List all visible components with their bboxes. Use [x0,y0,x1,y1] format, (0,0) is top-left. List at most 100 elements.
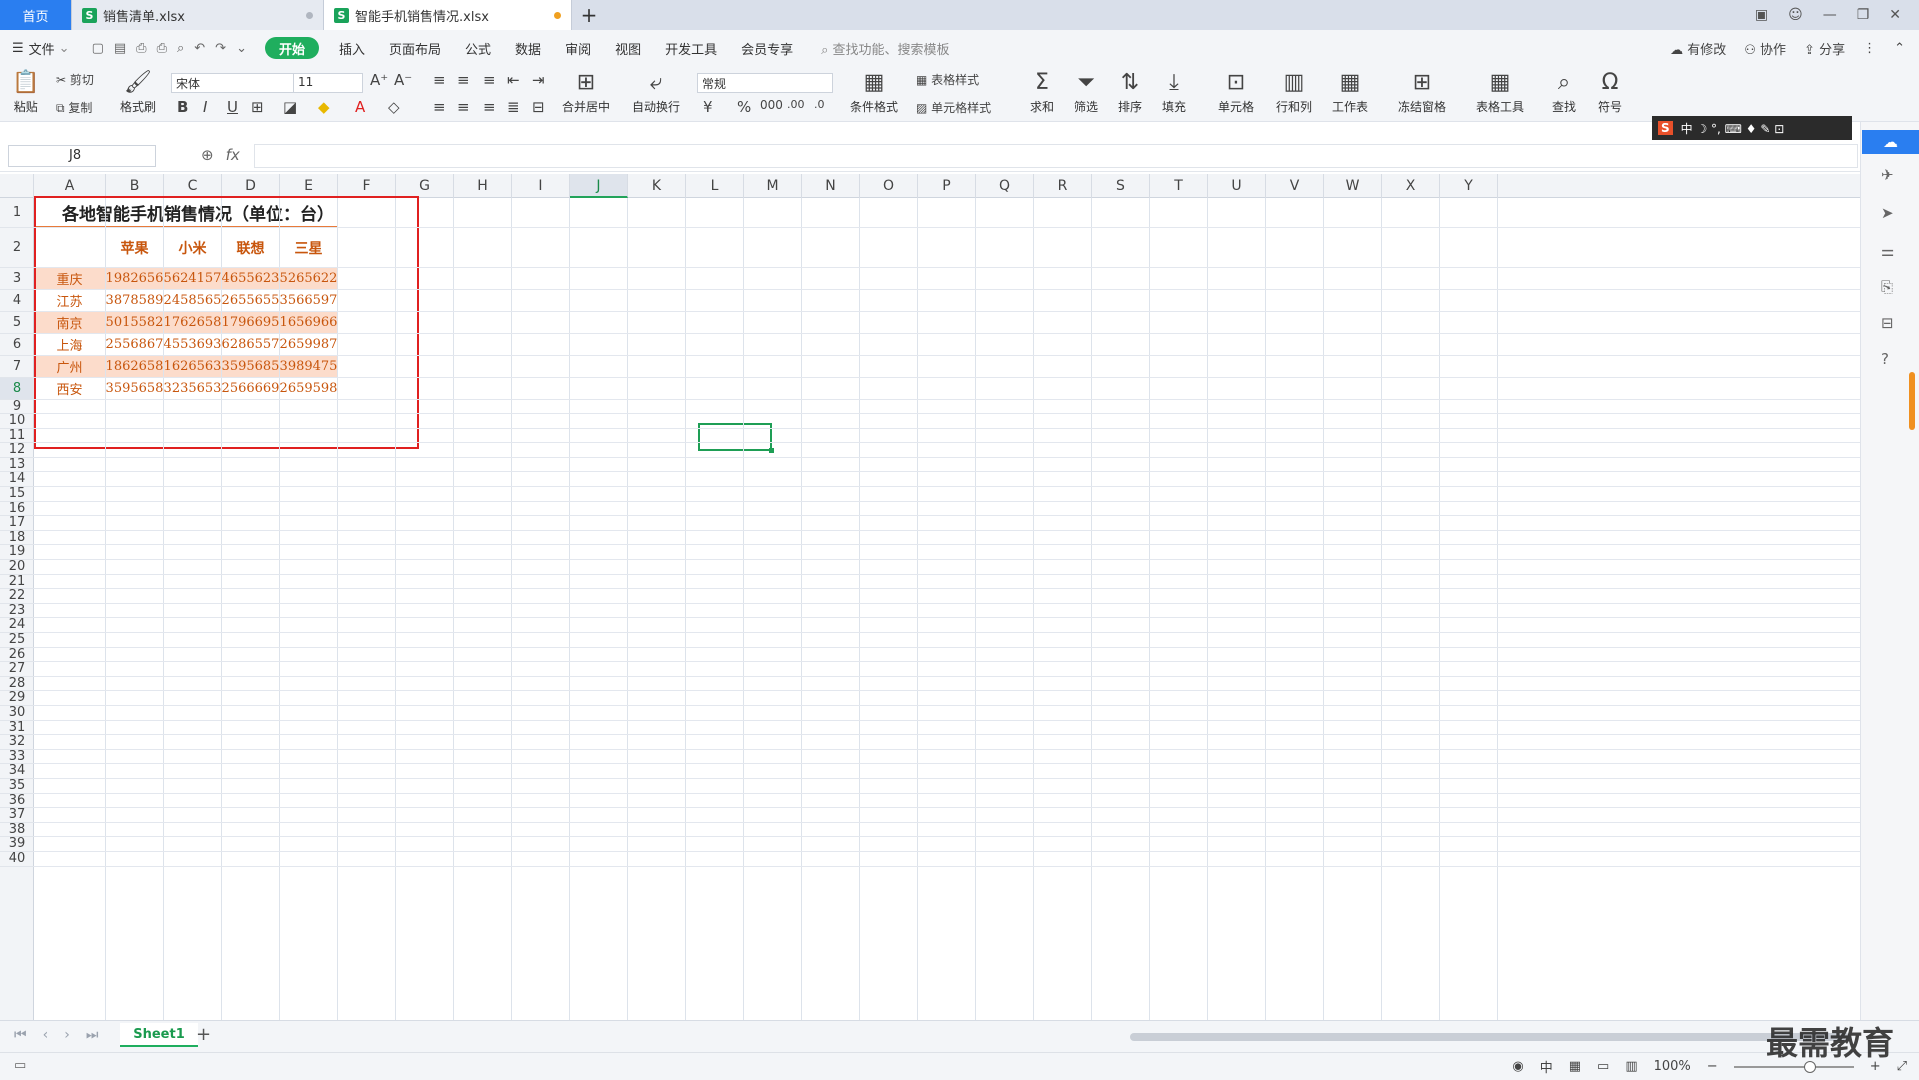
italic-icon[interactable]: I [203,98,207,116]
row-header-4[interactable]: 4 [0,290,34,312]
column-header-e[interactable]: E [280,174,338,198]
column-header-g[interactable]: G [396,174,454,198]
column-header-q[interactable]: Q [976,174,1034,198]
row-header-22[interactable]: 22 [0,589,34,604]
sheet-tab-sheet1[interactable]: Sheet1 [120,1023,198,1047]
first-sheet-icon[interactable]: ⏮ [14,1027,27,1043]
clear-icon[interactable]: ◇ [388,98,400,116]
cloud-sync-icon[interactable]: ☁ [1862,130,1919,154]
row-header-26[interactable]: 26 [0,647,34,663]
column-header-c[interactable]: C [164,174,222,198]
copy-button[interactable]: ⧉ 复制 [56,99,92,116]
menu-member[interactable]: 会员专享 [729,30,805,66]
file-menu[interactable]: ☰ 文件 ⌄ [0,30,82,66]
font-color-icon[interactable]: A [355,98,365,116]
row-header-38[interactable]: 38 [0,822,34,838]
percent-icon[interactable]: % [737,98,751,116]
column-header-t[interactable]: T [1150,174,1208,198]
feature-search[interactable]: ⌕ 查找功能、搜索模板 [821,39,949,58]
row-header-30[interactable]: 30 [0,705,34,721]
column-header-d[interactable]: D [222,174,280,198]
redo-icon[interactable]: ↷ [215,41,226,56]
row-header-23[interactable]: 23 [0,603,34,619]
conditional-format-button[interactable]: ▦ 条件格式 [850,68,898,115]
justify-icon[interactable]: ≣ [507,98,520,116]
changes-button[interactable]: ☁ 有修改 [1670,39,1726,58]
row-header-10[interactable]: 10 [0,413,34,429]
row-header-39[interactable]: 39 [0,837,34,852]
new-doc-icon[interactable]: ▢ [92,41,104,56]
name-box[interactable]: J8 [8,145,156,167]
menu-page-layout[interactable]: 页面布局 [377,30,453,66]
bold-icon[interactable]: B [177,98,188,116]
column-header-k[interactable]: K [628,174,686,198]
help-icon[interactable]: ? [1881,350,1889,368]
row-header-29[interactable]: 29 [0,691,34,706]
font-family-select[interactable]: 宋体 [171,73,294,93]
next-sheet-icon[interactable]: › [64,1027,70,1043]
column-header-s[interactable]: S [1092,174,1150,198]
row-header-13[interactable]: 13 [0,457,34,473]
distribute-icon[interactable]: ⊟ [532,98,545,116]
find-button[interactable]: ⌕ 查找 [1552,68,1576,115]
align-left-icon[interactable]: ≡ [433,98,446,116]
thousands-icon[interactable]: 000 [760,98,783,112]
row-header-14[interactable]: 14 [0,472,34,487]
row-header-16[interactable]: 16 [0,501,34,517]
page-layout-view-icon[interactable]: ▭ [1597,1059,1609,1074]
column-header-l[interactable]: L [686,174,744,198]
cell-style-button[interactable]: ▨ 单元格样式 [916,99,991,116]
table-tools-button[interactable]: ▦ 表格工具 [1476,68,1524,115]
merge-center-button[interactable]: ⊞ 合并居中 [562,68,610,115]
zoom-slider[interactable] [1733,1060,1854,1073]
row-header-24[interactable]: 24 [0,618,34,633]
font-grow-icon[interactable]: A⁺ [370,71,388,89]
row-header-11[interactable]: 11 [0,428,34,444]
row-header-19[interactable]: 19 [0,545,34,560]
row-header-27[interactable]: 27 [0,662,34,677]
column-header-o[interactable]: O [860,174,918,198]
paste-button[interactable]: 📋 粘贴 [12,68,39,115]
column-header-y[interactable]: Y [1440,174,1498,198]
row-header-31[interactable]: 31 [0,720,34,736]
restore-icon[interactable]: ❐ [1857,7,1870,23]
normal-view-icon[interactable]: ▦ [1569,1059,1581,1074]
cell-style-icon[interactable]: ◪ [283,98,297,116]
column-header-b[interactable]: B [106,174,164,198]
increase-decimal-icon[interactable]: .00 [787,98,805,111]
cut-button[interactable]: ✂ 剪切 [56,71,94,88]
format-painter-button[interactable]: 🖌 格式刷 [120,68,156,115]
indent-decrease-icon[interactable]: ⇤ [507,71,520,89]
column-header-u[interactable]: U [1208,174,1266,198]
tab-sales-list[interactable]: S 销售清单.xlsx [72,0,324,30]
wrap-text-button[interactable]: ⤶ 自动换行 [632,68,680,115]
customize-icon[interactable]: ⌄ [236,41,247,56]
underline-icon[interactable]: U [227,98,238,116]
column-header-w[interactable]: W [1324,174,1382,198]
vertical-scrollbar-thumb[interactable] [1909,372,1915,430]
row-header-28[interactable]: 28 [0,676,34,692]
row-header-8[interactable]: 8 [0,378,34,400]
page-break-view-icon[interactable]: ▥ [1625,1059,1637,1074]
row-header-35[interactable]: 35 [0,778,34,794]
collaborate-button[interactable]: ⚇ 协作 [1744,39,1786,58]
window-layout-icon[interactable]: ▣ [1755,7,1768,23]
save-icon[interactable]: ▤ [114,41,126,56]
cells-button[interactable]: ⊡ 单元格 [1218,68,1254,115]
row-header-40[interactable]: 40 [0,851,34,867]
column-header-j[interactable]: J [570,174,628,198]
indent-increase-icon[interactable]: ⇥ [532,71,545,89]
font-size-select[interactable]: 11 [293,73,363,93]
column-header-n[interactable]: N [802,174,860,198]
horizontal-scrollbar[interactable] [1130,1033,1850,1041]
translate-icon[interactable]: ⎘ [1881,278,1893,296]
pin-icon[interactable]: ✈ [1881,166,1894,184]
row-header-32[interactable]: 32 [0,735,34,750]
new-tab-button[interactable]: + [572,0,606,30]
column-header-m[interactable]: M [744,174,802,198]
print-icon[interactable]: ⎙ [157,41,167,56]
select-all-corner[interactable] [0,174,34,198]
row-header-1[interactable]: 1 [0,198,34,228]
zoom-out-icon[interactable]: − [1707,1059,1718,1074]
row-header-37[interactable]: 37 [0,808,34,823]
